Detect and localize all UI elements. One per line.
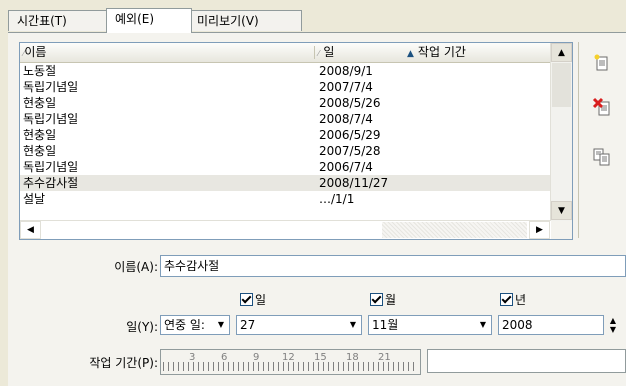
sort-icon: ⁄ — [318, 49, 320, 58]
arrow-left-icon: ◀ — [27, 225, 34, 235]
chevron-down-icon: ▼ — [345, 316, 361, 334]
row-name: 현충일 — [23, 144, 57, 158]
checkbox-check-icon — [370, 293, 383, 306]
vertical-scrollbar[interactable]: ▲ ▼ — [550, 43, 572, 221]
table-row[interactable]: 설날 …/1/1 — [20, 191, 550, 207]
tab-preview-label: 미리보기(V) — [197, 14, 259, 28]
table-row-selected[interactable]: 추수감사절 2008/11/27 — [20, 175, 550, 191]
row-date: 2008/11/27 — [319, 176, 389, 190]
row-date: 2007/7/4 — [319, 80, 373, 94]
year-spinner[interactable]: ▲ ▼ — [606, 315, 620, 335]
row-name: 현충일 — [23, 128, 57, 142]
scroll-corner — [551, 221, 572, 239]
copy-icon — [593, 148, 610, 166]
sort-ascending-icon: ▲ — [407, 49, 414, 59]
spin-down-icon: ▼ — [609, 325, 617, 334]
checkbox-check-icon — [240, 293, 253, 306]
table-row[interactable]: 독립기념일 2007/7/4 — [20, 79, 550, 95]
list-rows: 노동절 2008/9/1 독립기념일 2007/7/4 현충일 2008/5/26 독… — [20, 63, 550, 207]
column-separator[interactable] — [314, 46, 315, 59]
delete-icon — [592, 97, 610, 116]
new-document-icon — [594, 54, 608, 71]
row-date: 2008/9/1 — [319, 64, 373, 78]
new-exception-button[interactable] — [589, 50, 615, 76]
spin-up-icon: ▲ — [609, 316, 617, 325]
row-date: …/1/1 — [319, 192, 355, 206]
column-header-period-label: 작업 기간 — [417, 45, 466, 59]
scroll-down-button[interactable]: ▼ — [551, 201, 572, 220]
tab-schedule[interactable]: 시간표(T) — [8, 10, 112, 31]
day-type-value: 연중 일: — [164, 318, 205, 332]
horizontal-scroll-track[interactable] — [382, 222, 527, 238]
year-checkbox[interactable]: 년 — [500, 291, 526, 308]
month-checkbox-label: 월 — [385, 293, 397, 307]
month-value: 11월 — [372, 318, 399, 332]
column-header-name-label: 이름 — [24, 45, 47, 59]
exceptions-list[interactable]: ⁄이름 ⁄ 일 ▲ 작업 기간 노동절 2008/9/1 독립기념일 2007/7/4 … — [19, 42, 573, 240]
list-toolbar — [578, 42, 626, 238]
scroll-left-button[interactable]: ◀ — [20, 221, 41, 239]
period-time-field[interactable] — [427, 349, 626, 373]
column-header-name[interactable]: ⁄이름 — [23, 43, 46, 62]
row-date: 2008/5/26 — [319, 96, 381, 110]
scroll-right-button[interactable]: ▶ — [529, 221, 550, 239]
day-type-select[interactable]: 연중 일: ▼ — [160, 315, 230, 335]
day-label: 일(Y): — [126, 320, 158, 334]
row-date: 2006/5/29 — [319, 128, 381, 142]
tab-preview[interactable]: 미리보기(V) — [188, 10, 302, 31]
scroll-up-button[interactable]: ▲ — [551, 43, 572, 62]
year-value: 2008 — [502, 318, 533, 332]
delete-exception-button[interactable] — [589, 94, 615, 120]
tab-schedule-label: 시간표(T) — [17, 14, 67, 28]
horizontal-scroll-thumb[interactable] — [41, 222, 381, 238]
table-row[interactable]: 노동절 2008/9/1 — [20, 63, 550, 79]
row-name: 독립기념일 — [23, 112, 79, 126]
column-header-date-label: 일 — [323, 45, 335, 59]
month-select[interactable]: 11월 ▼ — [368, 315, 492, 335]
row-date: 2008/7/4 — [319, 112, 373, 126]
table-row[interactable]: 현충일 2006/5/29 — [20, 127, 550, 143]
scroll-thumb[interactable] — [552, 63, 571, 107]
name-field[interactable]: 추수감사절 — [160, 255, 626, 277]
period-ruler[interactable]: 3 6 9 12 15 18 21 — [160, 349, 421, 375]
table-row[interactable]: 현충일 2007/5/28 — [20, 143, 550, 159]
name-field-value: 추수감사절 — [164, 259, 220, 273]
exceptions-panel: 시간표(T) 예외(E) 미리보기(V) ⁄이름 ⁄ 일 ▲ 작업 기간 노동절 20… — [0, 0, 626, 386]
ruler-ticks — [163, 362, 418, 371]
column-header-date[interactable]: ⁄ 일 — [318, 43, 334, 62]
arrow-down-icon: ▼ — [558, 205, 565, 216]
row-name: 현충일 — [23, 96, 57, 110]
period-label: 작업 기간(P): — [89, 356, 158, 370]
arrow-right-icon: ▶ — [536, 225, 543, 235]
name-label: 이름(A): — [114, 260, 158, 274]
chevron-down-icon: ▼ — [213, 316, 229, 334]
tab-exceptions[interactable]: 예외(E) — [106, 8, 192, 33]
day-checkbox-label: 일 — [255, 293, 267, 307]
horizontal-scrollbar[interactable]: ◀ ▶ — [20, 220, 550, 239]
column-header-period[interactable]: ▲ 작업 기간 — [407, 43, 466, 62]
year-checkbox-label: 년 — [515, 293, 527, 307]
table-row[interactable]: 현충일 2008/5/26 — [20, 95, 550, 111]
table-row[interactable]: 독립기념일 2008/7/4 — [20, 111, 550, 127]
arrow-up-icon: ▲ — [558, 47, 565, 58]
year-field[interactable]: 2008 — [498, 315, 604, 335]
day-select[interactable]: 27 ▼ — [236, 315, 362, 335]
row-name: 노동절 — [23, 64, 57, 78]
row-name: 추수감사절 — [23, 176, 79, 190]
row-date: 2006/7/4 — [319, 160, 373, 174]
row-name: 독립기념일 — [23, 160, 79, 174]
table-row[interactable]: 독립기념일 2006/7/4 — [20, 159, 550, 175]
row-date: 2007/5/28 — [319, 144, 381, 158]
day-value: 27 — [240, 318, 256, 332]
checkbox-check-icon — [500, 293, 513, 306]
month-checkbox[interactable]: 월 — [370, 291, 396, 308]
chevron-down-icon: ▼ — [475, 316, 491, 334]
day-checkbox[interactable]: 일 — [240, 291, 266, 308]
tab-exceptions-label: 예외(E) — [115, 12, 155, 26]
copy-exception-button[interactable] — [589, 144, 615, 170]
row-name: 독립기념일 — [23, 80, 79, 94]
row-name: 설날 — [23, 192, 46, 206]
list-header: ⁄이름 ⁄ 일 ▲ 작업 기간 — [20, 43, 550, 63]
